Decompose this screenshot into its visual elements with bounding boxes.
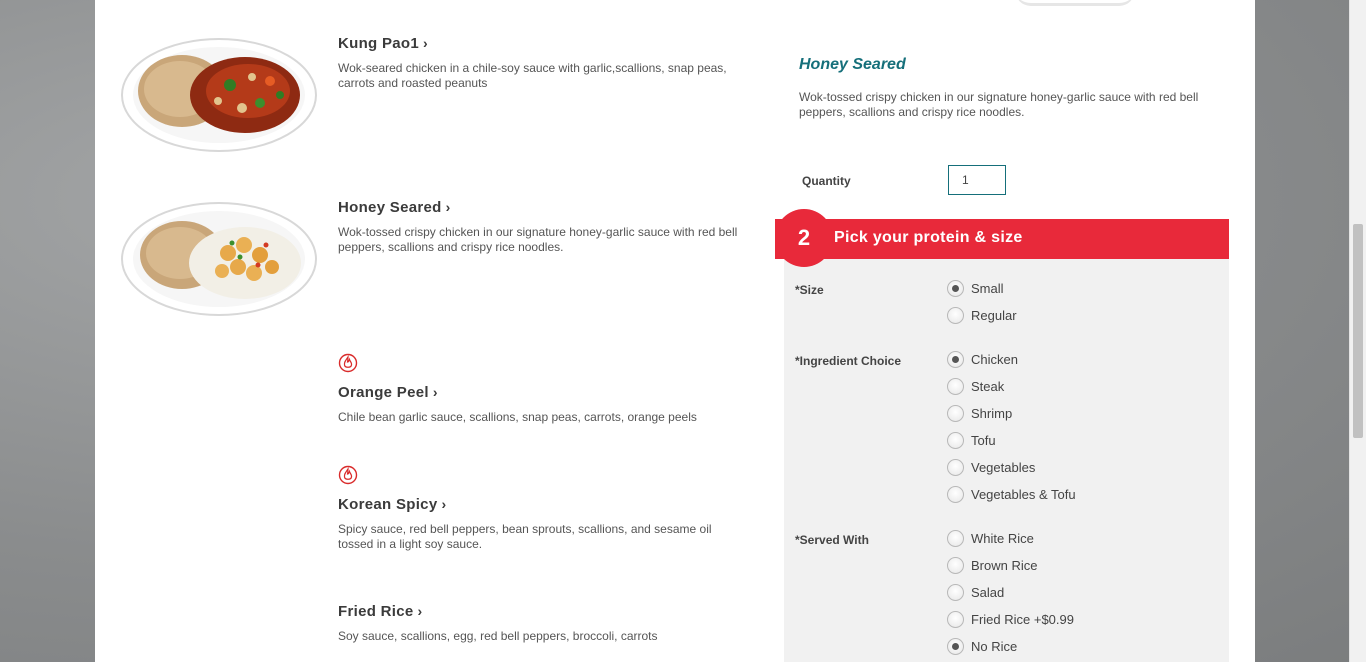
radio-button[interactable] (947, 377, 964, 395)
radio-button[interactable] (947, 306, 964, 324)
radio-button[interactable] (947, 404, 964, 422)
radio-button[interactable] (947, 583, 964, 601)
radio-button[interactable] (947, 279, 964, 297)
honey-seared-plate-image[interactable] (120, 197, 318, 317)
menu-item-orange-peel[interactable]: Orange Peel › Chile bean garlic sauce, sc… (95, 350, 755, 460)
radio-button[interactable] (947, 637, 964, 655)
radio-label[interactable]: Vegetables (971, 460, 1035, 475)
kung-pao-plate-image[interactable] (120, 33, 318, 153)
scrollbar-thumb[interactable] (1353, 224, 1363, 438)
radio-ingredient-steak[interactable]: Steak (947, 376, 1004, 396)
item-title[interactable]: Korean Spicy › (338, 496, 446, 513)
radio-label[interactable]: Steak (971, 379, 1004, 394)
quantity-label: Quantity (802, 174, 851, 188)
radio-served-white-rice[interactable]: White Rice (947, 528, 1034, 548)
radio-label[interactable]: Shrimp (971, 406, 1012, 421)
chevron-right-icon: › (423, 35, 429, 51)
radio-served-salad[interactable]: Salad (947, 582, 1004, 602)
step-number-badge: 2 (775, 209, 833, 267)
item-description: Spicy sauce, red bell peppers, bean spro… (338, 522, 712, 551)
radio-button[interactable] (947, 556, 964, 574)
item-title[interactable]: Honey Seared › (338, 199, 451, 216)
detail-description: Wok-tossed crispy chicken in our signatu… (799, 90, 1199, 119)
item-title[interactable]: Orange Peel › (338, 384, 438, 401)
size-label: *Size (795, 283, 824, 297)
chevron-right-icon: › (441, 496, 447, 512)
menu-item-korean-spicy[interactable]: Korean Spicy › Spicy sauce, red bell pepp… (95, 462, 755, 592)
quantity-input[interactable] (948, 165, 1006, 195)
radio-label[interactable]: Brown Rice (971, 558, 1037, 573)
radio-ingredient-shrimp[interactable]: Shrimp (947, 403, 1012, 423)
radio-button[interactable] (947, 610, 964, 628)
radio-button[interactable] (947, 431, 964, 449)
served-with-label: *Served With (795, 533, 869, 547)
radio-label[interactable]: Salad (971, 585, 1004, 600)
menu-item-honey-seared[interactable]: Honey Seared › Wok-tossed crispy chicken … (95, 190, 755, 350)
radio-ingredient-vegetables-tofu[interactable]: Vegetables & Tofu (947, 484, 1076, 504)
radio-label[interactable]: Tofu (971, 433, 996, 448)
radio-label[interactable]: Vegetables & Tofu (971, 487, 1076, 502)
item-description: Chile bean garlic sauce, scallions, snap… (338, 410, 697, 424)
chili-flame-icon (338, 465, 358, 485)
radio-served-brown-rice[interactable]: Brown Rice (947, 555, 1037, 575)
item-title[interactable]: Fried Rice › (338, 603, 423, 620)
radio-ingredient-tofu[interactable]: Tofu (947, 430, 996, 450)
item-description: Soy sauce, scallions, egg, red bell pepp… (338, 629, 658, 643)
item-detail-panel: Honey Seared Wok-tossed crispy chicken i… (775, 0, 1245, 662)
chili-flame-icon (338, 353, 358, 373)
radio-button[interactable] (947, 485, 964, 503)
detail-plate-image (1015, 0, 1135, 6)
chevron-right-icon: › (432, 384, 438, 400)
ingredient-label: *Ingredient Choice (795, 354, 902, 368)
radio-ingredient-chicken[interactable]: Chicken (947, 349, 1018, 369)
radio-button[interactable] (947, 529, 964, 547)
menu-item-kung-pao[interactable]: Kung Pao1 › Wok-seared chicken in a chile… (95, 0, 755, 190)
radio-button[interactable] (947, 350, 964, 368)
radio-ingredient-vegetables[interactable]: Vegetables (947, 457, 1035, 477)
radio-label[interactable]: White Rice (971, 531, 1034, 546)
item-title[interactable]: Kung Pao1 › (338, 35, 428, 52)
item-description: Wok-seared chicken in a chile-soy sauce … (338, 61, 727, 90)
options-panel (784, 219, 1229, 662)
radio-label[interactable]: Chicken (971, 352, 1018, 367)
radio-served-no-rice[interactable]: No Rice (947, 636, 1017, 656)
radio-button[interactable] (947, 458, 964, 476)
radio-label[interactable]: No Rice (971, 639, 1017, 654)
radio-label[interactable]: Small (971, 281, 1004, 296)
radio-label[interactable]: Regular (971, 308, 1017, 323)
radio-label[interactable]: Fried Rice +$0.99 (971, 612, 1074, 627)
menu-item-fried-rice[interactable]: Fried Rice › Soy sauce, scallions, egg, r… (95, 595, 755, 662)
radio-size-small[interactable]: Small (947, 278, 1004, 298)
radio-served-fried-rice[interactable]: Fried Rice +$0.99 (947, 609, 1074, 629)
page-scrollbar[interactable] (1349, 0, 1366, 662)
item-description: Wok-tossed crispy chicken in our signatu… (338, 225, 738, 254)
chevron-right-icon: › (417, 603, 423, 619)
detail-title: Honey Seared (799, 56, 906, 73)
radio-size-regular[interactable]: Regular (947, 305, 1017, 325)
menu-page: Kung Pao1 › Wok-seared chicken in a chile… (95, 0, 1255, 662)
chevron-right-icon: › (445, 199, 451, 215)
step-title: Pick your protein & size (834, 229, 1023, 246)
